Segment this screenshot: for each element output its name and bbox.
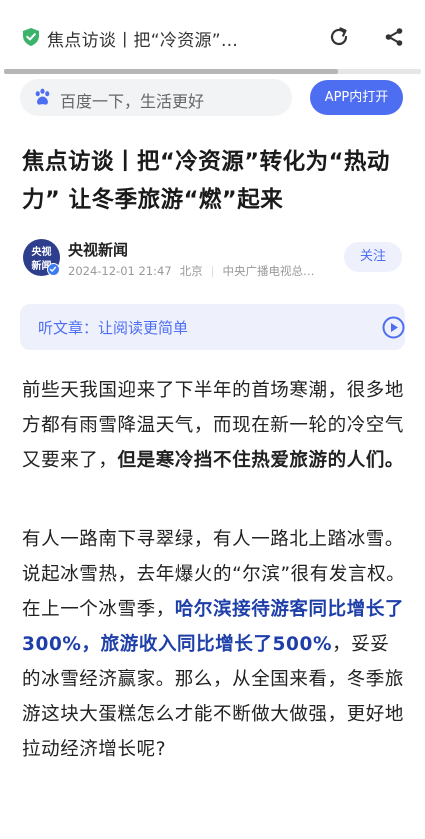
- article-headline: 焦点访谈丨把“冷资源”转化为“热动力” 让冬季旅游“燃”起来: [22, 149, 390, 213]
- paragraph-1-bold: 但是寒冷挡不住热爱旅游的人们。: [117, 450, 405, 471]
- refresh-icon[interactable]: [328, 26, 350, 48]
- search-bar[interactable]: 百度一下，生活更好: [20, 79, 292, 116]
- author-name[interactable]: 央视新闻: [68, 239, 128, 260]
- page-title: 焦点访谈丨把“冷资源”…: [47, 31, 239, 51]
- page-load-progress-fill: [4, 69, 338, 74]
- baidu-paw-icon: [35, 88, 50, 105]
- open-in-app-button[interactable]: APP内打开: [310, 80, 403, 115]
- article-paragraph-1: 前些天我国迎来了下半年的首场寒潮，很多地方都有雨雪降温天气，而现在新一轮的冷空气…: [22, 373, 406, 478]
- publish-location: 北京: [179, 264, 203, 278]
- browser-topbar: 焦点访谈丨把“冷资源”…: [0, 0, 425, 74]
- meta-divider: |: [210, 264, 215, 278]
- avatar-logo-line1: 央视: [31, 247, 52, 258]
- play-icon[interactable]: [382, 316, 405, 339]
- search-hint: 百度一下，生活更好: [60, 92, 205, 111]
- listen-label: 听文章：让阅读更简单: [38, 319, 189, 337]
- follow-button[interactable]: 关注: [344, 242, 402, 272]
- publish-date: 2024-12-01 21:47: [68, 264, 172, 278]
- page-load-progress: [4, 69, 421, 74]
- article-paragraph-2: 有人一路南下寻翠绿，有人一路北上踏冰雪。说起冰雪热，去年爆火的“尔滨”很有发言权…: [22, 522, 406, 767]
- listen-article-bar[interactable]: 听文章：让阅读更简单: [20, 304, 405, 350]
- verified-badge-icon: [47, 263, 60, 276]
- source-org: 中央广播电视总…: [222, 264, 315, 278]
- share-icon[interactable]: [384, 27, 404, 47]
- article-meta: 2024-12-01 21:47 北京 | 中央广播电视总…: [68, 263, 323, 279]
- shield-check-icon: [23, 28, 39, 46]
